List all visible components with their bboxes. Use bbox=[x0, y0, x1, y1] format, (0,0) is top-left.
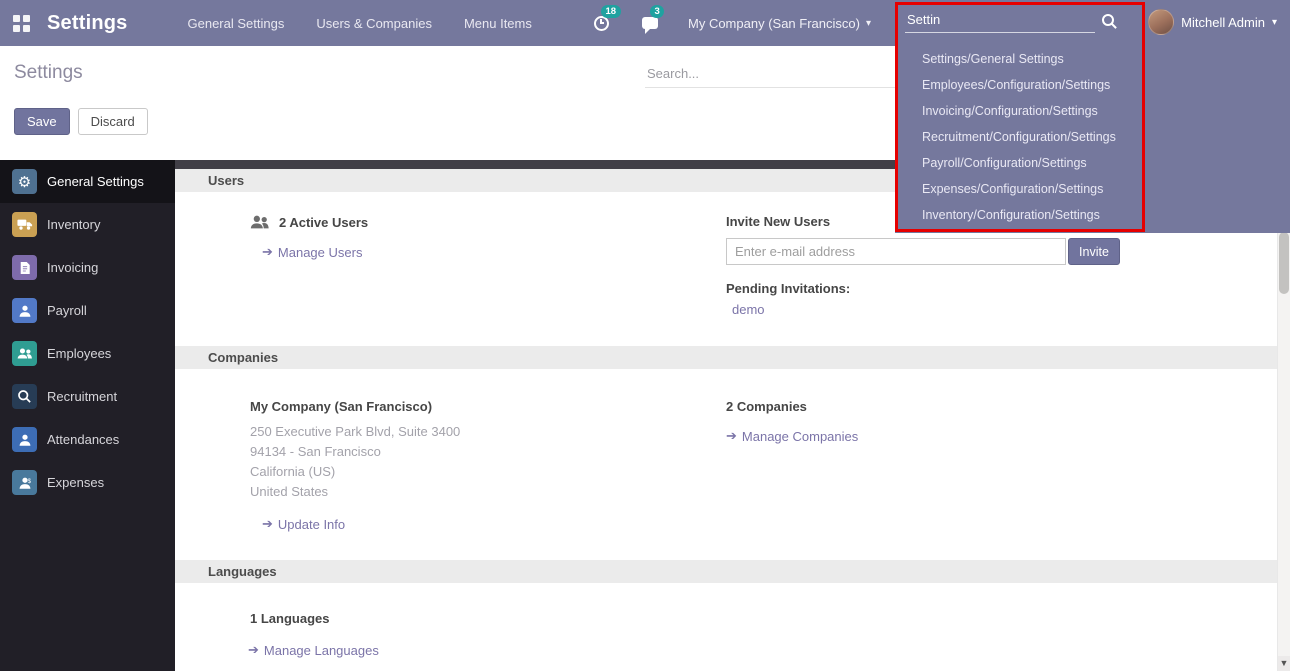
invite-button[interactable]: Invite bbox=[1068, 238, 1120, 265]
manage-companies-link[interactable]: ➔ Manage Companies bbox=[726, 428, 858, 444]
sidebar-item-label: Payroll bbox=[47, 303, 87, 318]
search-result[interactable]: Inventory/Configuration/Settings bbox=[895, 202, 1145, 228]
chevron-down-icon: ▾ bbox=[1272, 17, 1277, 28]
company-name: My Company (San Francisco) bbox=[688, 16, 860, 31]
sidebar-item-label: Employees bbox=[47, 346, 111, 361]
message-badge: 3 bbox=[650, 5, 664, 18]
search-icon[interactable] bbox=[1102, 14, 1117, 29]
search-result[interactable]: Recruitment/Configuration/Settings bbox=[895, 124, 1145, 150]
sidebar-item-label: Inventory bbox=[47, 217, 100, 232]
sidebar-item-general-settings[interactable]: ⚙ General Settings bbox=[0, 160, 175, 203]
record-search-input[interactable] bbox=[645, 60, 895, 88]
chevron-down-icon: ▾ bbox=[866, 18, 871, 29]
people-icon bbox=[12, 341, 37, 366]
chat-icon bbox=[642, 17, 658, 29]
sidebar-item-label: Invoicing bbox=[47, 260, 98, 275]
sidebar-item-recruitment[interactable]: Recruitment bbox=[0, 375, 175, 418]
search-result[interactable]: Expenses/Configuration/Settings bbox=[895, 176, 1145, 202]
arrow-right-icon: ➔ bbox=[262, 516, 273, 532]
search-result[interactable]: Invoicing/Configuration/Settings bbox=[895, 98, 1145, 124]
navbar-menu: General Settings Users & Companies Menu … bbox=[186, 12, 534, 35]
arrow-right-icon: ➔ bbox=[248, 642, 259, 658]
systray: 18 3 My Company (San Francisco) ▾ bbox=[590, 0, 871, 46]
menu-search-input[interactable] bbox=[905, 7, 1095, 33]
user-menu[interactable]: Mitchell Admin ▾ bbox=[1148, 9, 1277, 35]
apps-menu-icon[interactable] bbox=[13, 15, 30, 32]
search-result[interactable]: Settings/General Settings bbox=[895, 46, 1145, 72]
settings-sidebar: ⚙ General Settings Inventory Invoicing P… bbox=[0, 160, 175, 671]
nav-general-settings[interactable]: General Settings bbox=[186, 12, 287, 35]
sidebar-item-label: Recruitment bbox=[47, 389, 117, 404]
arrow-right-icon: ➔ bbox=[262, 244, 273, 260]
address-line: 94134 - San Francisco bbox=[250, 442, 726, 462]
invite-email-input[interactable] bbox=[726, 238, 1066, 265]
company-name-label: My Company (San Francisco) bbox=[250, 399, 726, 414]
companies-count: 2 Companies bbox=[726, 399, 1277, 414]
active-users-count: 2 Active Users bbox=[279, 215, 368, 230]
app-title: Settings bbox=[47, 12, 128, 35]
record-search bbox=[645, 60, 895, 88]
svg-text:$: $ bbox=[27, 478, 31, 485]
address-line: United States bbox=[250, 482, 726, 502]
update-info-link[interactable]: ➔ Update Info bbox=[262, 516, 345, 532]
truck-icon bbox=[12, 212, 37, 237]
sidebar-item-employees[interactable]: Employees bbox=[0, 332, 175, 375]
company-address: 250 Executive Park Blvd, Suite 3400 9413… bbox=[250, 422, 726, 502]
discard-button[interactable]: Discard bbox=[78, 108, 148, 135]
section-header-companies: Companies bbox=[175, 346, 1277, 369]
company-switcher[interactable]: My Company (San Francisco) ▾ bbox=[688, 16, 871, 31]
menu-search bbox=[905, 7, 1135, 35]
search-result[interactable]: Payroll/Configuration/Settings bbox=[895, 150, 1145, 176]
vertical-scrollbar[interactable]: ▼ bbox=[1277, 160, 1290, 671]
messages-button[interactable]: 3 bbox=[639, 12, 661, 34]
invoice-icon bbox=[12, 255, 37, 280]
pending-invitations-label: Pending Invitations: bbox=[726, 281, 1277, 296]
languages-section: 1 Languages ➔ Manage Languages bbox=[175, 583, 1277, 658]
user-name: Mitchell Admin bbox=[1181, 15, 1265, 30]
languages-count: 1 Languages bbox=[250, 611, 726, 626]
activities-button[interactable]: 18 bbox=[590, 12, 612, 34]
expense-person-icon: $ bbox=[12, 470, 37, 495]
search-result[interactable]: Employees/Configuration/Settings bbox=[895, 72, 1145, 98]
attendance-person-icon bbox=[12, 427, 37, 452]
menu-search-dropdown: Settings/General Settings Employees/Conf… bbox=[895, 0, 1290, 233]
pending-invitee-link[interactable]: demo bbox=[732, 302, 765, 317]
active-users-icon bbox=[250, 214, 270, 230]
sidebar-item-label: General Settings bbox=[47, 174, 144, 189]
magnifier-icon bbox=[12, 384, 37, 409]
activity-badge: 18 bbox=[601, 5, 621, 18]
nav-menu-items[interactable]: Menu Items bbox=[462, 12, 534, 35]
address-line: California (US) bbox=[250, 462, 726, 482]
companies-section: My Company (San Francisco) 250 Executive… bbox=[175, 369, 1277, 560]
gear-icon: ⚙ bbox=[12, 169, 37, 194]
manage-users-link[interactable]: ➔ Manage Users bbox=[262, 244, 362, 260]
sidebar-item-label: Expenses bbox=[47, 475, 104, 490]
cp-buttons: Save Discard bbox=[14, 108, 148, 135]
sidebar-item-attendances[interactable]: Attendances bbox=[0, 418, 175, 461]
sidebar-item-payroll[interactable]: Payroll bbox=[0, 289, 175, 332]
save-button[interactable]: Save bbox=[14, 108, 70, 135]
sidebar-item-inventory[interactable]: Inventory bbox=[0, 203, 175, 246]
avatar bbox=[1148, 9, 1174, 35]
sidebar-item-invoicing[interactable]: Invoicing bbox=[0, 246, 175, 289]
sidebar-item-label: Attendances bbox=[47, 432, 119, 447]
scrollbar-thumb[interactable] bbox=[1279, 232, 1289, 294]
page-title: Settings bbox=[14, 62, 83, 84]
sidebar-item-expenses[interactable]: $ Expenses bbox=[0, 461, 175, 504]
scrollbar-down-arrow[interactable]: ▼ bbox=[1278, 656, 1290, 671]
address-line: 250 Executive Park Blvd, Suite 3400 bbox=[250, 422, 726, 442]
payroll-person-icon bbox=[12, 298, 37, 323]
arrow-right-icon: ➔ bbox=[726, 428, 737, 444]
section-header-languages: Languages bbox=[175, 560, 1277, 583]
manage-languages-link[interactable]: ➔ Manage Languages bbox=[248, 642, 379, 658]
nav-users-companies[interactable]: Users & Companies bbox=[314, 12, 434, 35]
menu-search-results: Settings/General Settings Employees/Conf… bbox=[895, 46, 1145, 228]
settings-content: Users 2 Active Users ➔ Manage Users Invi… bbox=[175, 160, 1277, 671]
